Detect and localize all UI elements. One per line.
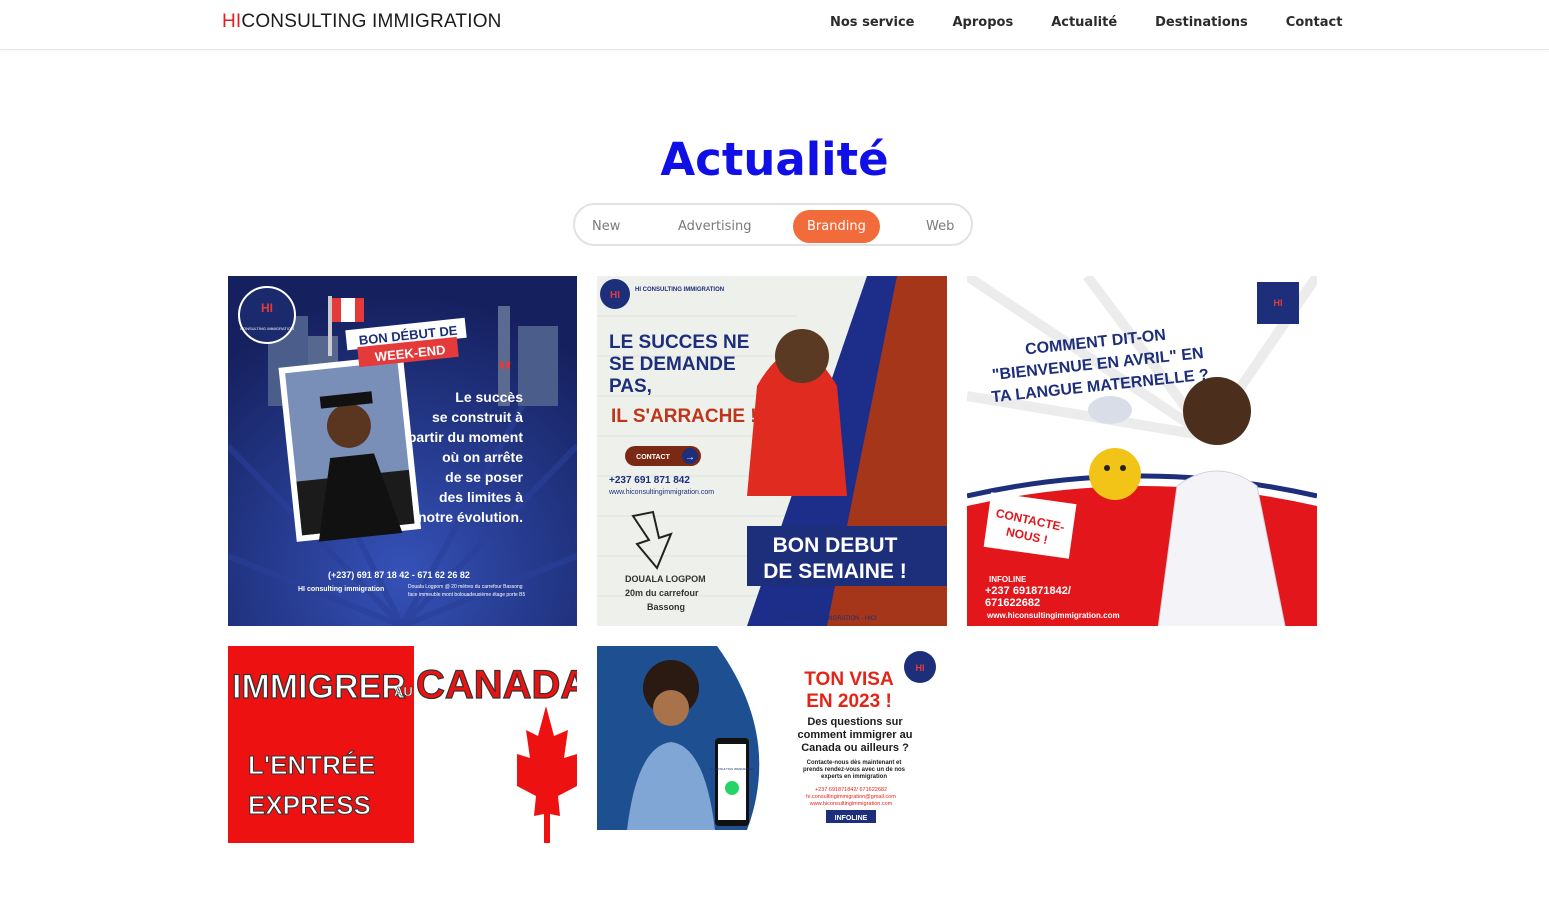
card5-headline-2: EN 2023 ! (806, 691, 892, 712)
card2-banner-1: BON DEBUT (773, 534, 898, 557)
card5-question-2: comment immigrer au (798, 729, 913, 741)
card5-email: hi.consultingimmigration@gmail.com (806, 794, 896, 800)
card2-headline-3: PAS, (609, 376, 652, 397)
card4-title-1: IMMIGRER (232, 668, 406, 706)
main-nav: Nos service Apropos Actualité Destinatio… (830, 15, 1380, 30)
canada-poster: IMMIGRER AU CANADA L'ENTRÉE EXPRESS (228, 646, 577, 843)
whatsapp-icon (725, 781, 739, 795)
gallery-card-bienvenue[interactable]: HI COMMENT DIT-ON "BIENVENUE EN AVRIL" E… (967, 276, 1317, 626)
card5-phone-screen: HI CONSULTING IMMIGRATION (710, 767, 754, 771)
card2-headline-2: SE DEMANDE (609, 354, 736, 375)
card1-quote-line: notre évolution. (418, 509, 523, 525)
filter-web[interactable]: Web (912, 210, 968, 243)
nav-item-nos-service[interactable]: Nos service (830, 15, 915, 30)
hi-logo-icon (238, 286, 296, 344)
card4-title-2: CANADA (416, 663, 577, 707)
card1-quote-line: se construit à (432, 409, 523, 425)
nav-item-apropos[interactable]: Apropos (953, 15, 1014, 30)
card2-headline-1: LE SUCCES NE (609, 332, 749, 353)
card4-subtitle-2: EXPRESS (248, 790, 371, 820)
brand-name: CONSULTING IMMIGRATION (241, 11, 502, 32)
card1-social: HI consulting immigration (298, 586, 384, 593)
card4-title-au: AU (394, 684, 413, 699)
brand-logo[interactable]: HICONSULTING IMMIGRATION (222, 11, 502, 33)
gallery-card-visa[interactable]: HI CONSULTING IMMIGRATION HI TON VISA EN… (597, 646, 947, 843)
quote-mark-icon: " (498, 356, 512, 389)
visa-poster: HI CONSULTING IMMIGRATION HI TON VISA EN… (597, 646, 947, 843)
card3-phone-2: 671622682 (985, 597, 1040, 609)
card5-infoline: INFOLINE (835, 815, 868, 822)
card3-phone-1: +237 691871842/ (985, 585, 1071, 597)
card1-quote-line: de se poser (445, 469, 523, 485)
nav-item-contact[interactable]: Contact (1286, 15, 1343, 30)
card5-cta-1: Contacte-nous dès maintenant et (807, 760, 902, 766)
svg-text:HI: HI (261, 301, 273, 315)
gallery-card-canada[interactable]: IMMIGRER AU CANADA L'ENTRÉE EXPRESS (228, 646, 577, 843)
card4-subtitle-1: L'ENTRÉE (248, 750, 376, 780)
card1-quote-line: des limites à (439, 489, 523, 505)
card1-quote-line: partir du moment (408, 429, 523, 445)
card5-headline-1: TON VISA (804, 669, 894, 690)
card1-address: Douala Logpom @ 20 mètres du carrefour B… (408, 584, 523, 590)
card1-logo-text: CONSULTING IMMIGRATION (240, 326, 294, 331)
card5-cta-2: prends rendez-vous avec un de nos (803, 767, 906, 773)
thinking-emoji-icon (1089, 448, 1141, 500)
success-poster: HI HI CONSULTING IMMIGRATION LE SUCCES N… (597, 276, 947, 626)
card5-question-1: Des questions sur (807, 716, 903, 728)
card2-headline-4: IL S'ARRACHE ! (611, 406, 757, 427)
svg-text:HI: HI (916, 663, 925, 673)
card5-website: www.hiconsultingimmigration.com (809, 801, 893, 807)
card2-footer: HI CONSULTING IMMIGRATION - HICI (771, 616, 877, 622)
card2-phone: +237 691 871 842 (609, 475, 690, 486)
gallery-card-weekend[interactable]: HI CONSULTING IMMIGRATION BON DÉBUT DE W… (228, 276, 577, 626)
filter-new[interactable]: New (578, 210, 634, 243)
card2-banner-2: DE SEMAINE ! (763, 560, 907, 583)
thought-bubble-icon (1088, 396, 1132, 424)
card2-location-3: Bassong (647, 602, 685, 612)
svg-text:→: → (685, 452, 695, 463)
gallery-card-success[interactable]: HI HI CONSULTING IMMIGRATION LE SUCCES N… (597, 276, 947, 626)
portfolio-filters: New Advertising Branding Web (573, 203, 973, 246)
svg-text:HI: HI (610, 290, 620, 301)
card5-cta-3: experts en immigration (821, 774, 887, 780)
card2-contact-button: CONTACT (636, 454, 670, 461)
card2-logo-text: HI CONSULTING IMMIGRATION (635, 287, 724, 293)
nav-item-actualite[interactable]: Actualité (1051, 15, 1117, 30)
site-header: HICONSULTING IMMIGRATION Nos service Apr… (0, 0, 1549, 50)
card1-address-2: face immeuble mont bolouadeuxième étage … (408, 592, 526, 598)
section-title: Actualité (660, 133, 889, 186)
svg-text:HI: HI (1274, 298, 1283, 308)
card1-quote-line: Le succès (455, 389, 523, 405)
card2-location-2: 20m du carrefour (625, 588, 699, 598)
card1-quote-line: où on arrête (442, 449, 523, 465)
card5-phone: +237 691871842/ 671622682 (815, 787, 887, 793)
filter-branding[interactable]: Branding (793, 210, 880, 243)
card2-website: www.hiconsultingimmigration.com (608, 489, 714, 496)
card1-phone: (+237) 691 87 18 42 - 671 62 26 82 (328, 570, 470, 580)
card2-location-1: DOUALA LOGPOM (625, 574, 706, 584)
nav-item-destinations[interactable]: Destinations (1155, 15, 1248, 30)
card3-website: www.hiconsultingimmigration.com (986, 611, 1120, 620)
card3-infoline: INFOLINE (989, 575, 1027, 584)
brand-prefix: HI (222, 11, 242, 32)
filter-advertising[interactable]: Advertising (664, 210, 766, 243)
card5-question-3: Canada ou ailleurs ? (801, 742, 909, 754)
weekend-poster: HI CONSULTING IMMIGRATION BON DÉBUT DE W… (228, 276, 577, 626)
bienvenue-poster: HI COMMENT DIT-ON "BIENVENUE EN AVRIL" E… (967, 276, 1317, 626)
